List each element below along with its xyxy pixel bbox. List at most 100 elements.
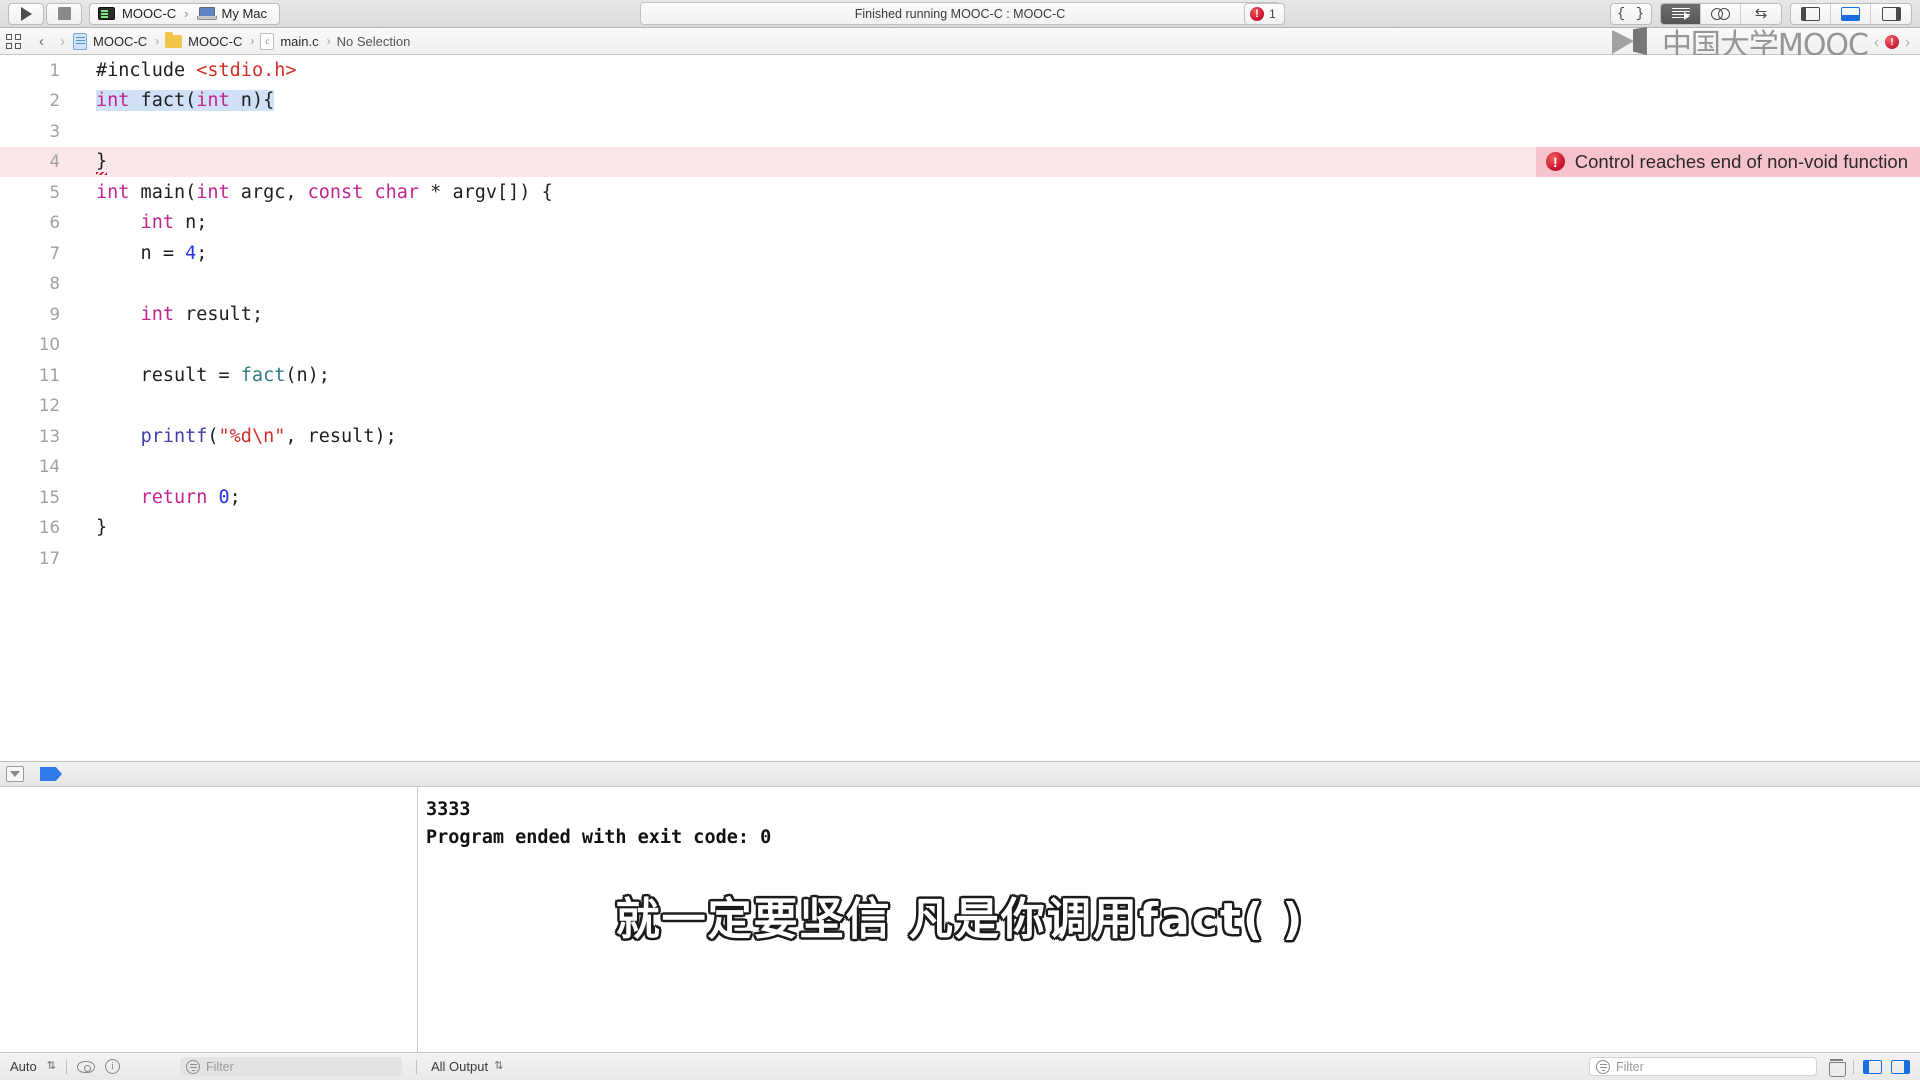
line-number: 12 bbox=[39, 396, 60, 416]
breadcrumb-selection[interactable]: No Selection bbox=[337, 34, 411, 49]
debug-pane-icon bbox=[1841, 6, 1860, 21]
token: int bbox=[140, 303, 174, 325]
line-source: result = fact(n); bbox=[72, 365, 330, 386]
console-filter-field[interactable]: Filter bbox=[1589, 1057, 1817, 1076]
source-editor[interactable]: 1 #include <stdio.h> 2 int fact(int n){ 3 4}!… bbox=[0, 55, 1920, 761]
output-scope-selector[interactable]: All Output ⇅ bbox=[417, 1059, 503, 1074]
code-line[interactable]: 11 result = fact(n); bbox=[0, 360, 1920, 391]
breadcrumb-folder[interactable]: MOOC-C bbox=[165, 31, 242, 49]
back-button[interactable]: ‹ bbox=[31, 33, 52, 50]
navigator-pane-icon bbox=[1801, 6, 1820, 21]
code-line[interactable]: 1 #include <stdio.h> bbox=[0, 55, 1920, 86]
code-line[interactable]: 9 int result; bbox=[0, 299, 1920, 330]
code-line[interactable]: 5 int main(int argc, const char * argv[])… bbox=[0, 177, 1920, 208]
token: result = bbox=[96, 364, 241, 386]
token: * argv[]) { bbox=[419, 181, 553, 203]
code-line[interactable]: 3 bbox=[0, 116, 1920, 147]
code-line[interactable]: 17 bbox=[0, 543, 1920, 574]
code-line[interactable]: 6 int n; bbox=[0, 208, 1920, 239]
show-variables-pane-icon[interactable] bbox=[1863, 1059, 1882, 1074]
line-number: 3 bbox=[49, 121, 61, 141]
forward-button[interactable]: › bbox=[52, 33, 73, 50]
auto-scope-label[interactable]: Auto bbox=[10, 1059, 37, 1074]
token: ( bbox=[207, 425, 219, 447]
line-source: } bbox=[72, 151, 107, 172]
code-line[interactable]: 10 bbox=[0, 330, 1920, 361]
line-source: n = 4; bbox=[72, 242, 208, 264]
code-line[interactable]: 15 return 0; bbox=[0, 482, 1920, 513]
scheme-selector[interactable]: MOOC-C › My Mac bbox=[89, 2, 281, 25]
project-icon bbox=[73, 32, 87, 50]
issue-badge[interactable]: ! 1 bbox=[1244, 3, 1285, 25]
breadcrumb-project[interactable]: MOOC-C bbox=[73, 32, 147, 50]
code-line[interactable]: 13 printf("%d\n", result); bbox=[0, 421, 1920, 452]
code-line[interactable]: 14 bbox=[0, 452, 1920, 483]
code-line[interactable]: 12 bbox=[0, 391, 1920, 422]
inline-error-banner[interactable]: ! Control reaches end of non-void functio… bbox=[1535, 146, 1920, 177]
debug-toolbar bbox=[0, 761, 1920, 787]
console-output[interactable]: 3333 Program ended with exit code: 0 bbox=[418, 787, 1920, 1052]
code-line[interactable]: 8 bbox=[0, 269, 1920, 300]
run-button[interactable] bbox=[8, 2, 44, 25]
line-number: 13 bbox=[39, 426, 60, 446]
issue-count: 1 bbox=[1269, 7, 1276, 21]
token: ; bbox=[196, 242, 208, 264]
destination-name: My Mac bbox=[221, 6, 268, 21]
related-items-icon[interactable] bbox=[6, 33, 21, 49]
code-line[interactable]: 7 n = 4; bbox=[0, 238, 1920, 269]
token: printf bbox=[140, 425, 208, 447]
status-text: Finished running MOOC-C : MOOC-C bbox=[854, 6, 1066, 21]
utilities-pane-icon bbox=[1881, 6, 1901, 21]
line-source: printf("%d\n", result); bbox=[72, 426, 397, 447]
filter-icon bbox=[186, 1059, 200, 1074]
eye-icon[interactable] bbox=[76, 1060, 95, 1073]
console-controls bbox=[1817, 1058, 1920, 1077]
variables-filter-placeholder: Filter bbox=[206, 1059, 234, 1074]
show-console-pane-icon[interactable] bbox=[1891, 1059, 1910, 1074]
token: } bbox=[96, 517, 108, 539]
token: , result); bbox=[285, 425, 397, 447]
variables-view[interactable] bbox=[0, 787, 418, 1052]
line-number: 10 bbox=[39, 335, 60, 355]
code-line[interactable]: 2 int fact(int n){ bbox=[0, 86, 1920, 117]
output-scope-stepper: ⇅ bbox=[494, 1059, 504, 1072]
scheme-icon bbox=[98, 7, 115, 20]
collapse-debug-icon[interactable] bbox=[6, 766, 24, 782]
stop-button[interactable] bbox=[46, 2, 82, 25]
breadcrumb-separator-2: › bbox=[250, 34, 255, 48]
line-source: int fact(int n){ bbox=[72, 90, 275, 112]
assistant-editor-icon bbox=[1710, 7, 1731, 20]
token: #include bbox=[96, 59, 197, 81]
console-line: Program ended with exit code: 0 bbox=[426, 827, 772, 848]
token: 4 bbox=[185, 242, 197, 264]
debug-area: 3333 Program ended with exit code: 0 就一定要… bbox=[0, 787, 1920, 1052]
variables-controls: Auto ⇅ i bbox=[0, 1059, 180, 1074]
variables-filter-field[interactable]: Filter bbox=[180, 1057, 402, 1076]
info-icon[interactable]: i bbox=[104, 1059, 120, 1074]
line-number: 15 bbox=[39, 487, 60, 507]
line-number: 14 bbox=[39, 457, 60, 477]
breakpoint-flag-icon[interactable] bbox=[40, 767, 62, 781]
code-line[interactable]: 4}! Control reaches end of non-void funct… bbox=[0, 146, 1920, 177]
token: int bbox=[140, 212, 174, 234]
mac-icon bbox=[196, 7, 217, 20]
console-filter-placeholder: Filter bbox=[1616, 1059, 1644, 1074]
line-source: return 0; bbox=[72, 487, 241, 508]
line-number: 11 bbox=[39, 365, 60, 385]
token: int bbox=[196, 90, 230, 112]
divider bbox=[65, 1059, 67, 1074]
code-line[interactable]: 16} bbox=[0, 513, 1920, 544]
breadcrumb-separator-3: › bbox=[326, 34, 331, 48]
token: int bbox=[196, 181, 230, 203]
standard-editor-icon bbox=[1671, 7, 1690, 20]
line-number: 9 bbox=[49, 304, 61, 324]
breadcrumb-file[interactable]: c main.c bbox=[260, 32, 319, 50]
error-icon: ! bbox=[1250, 7, 1264, 21]
watermark-left-chevron: ‹ bbox=[1874, 33, 1879, 51]
auto-scope-stepper[interactable]: ⇅ bbox=[47, 1060, 56, 1072]
clear-console-icon[interactable] bbox=[1829, 1058, 1846, 1077]
